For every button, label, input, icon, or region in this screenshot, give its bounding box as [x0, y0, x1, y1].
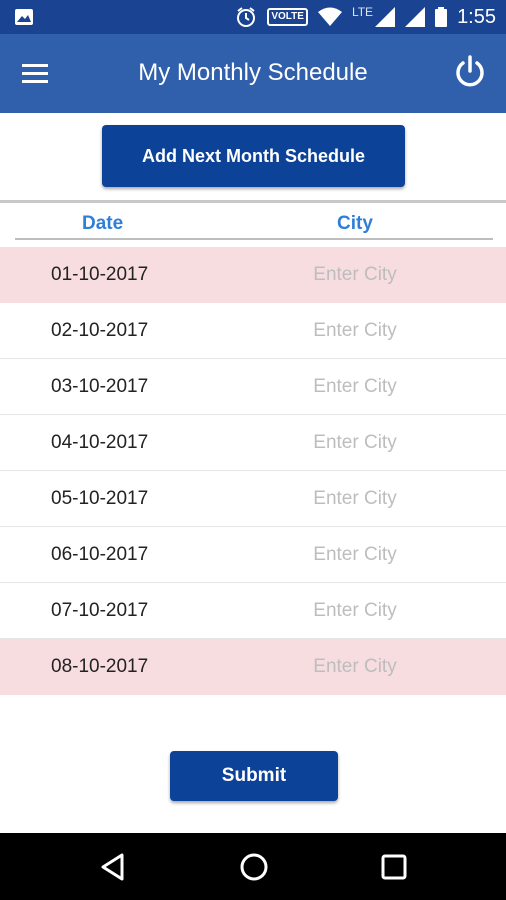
table-row: 04-10-2017: [0, 415, 506, 471]
network-type-label: LTE: [351, 5, 374, 19]
row-date: 02-10-2017: [51, 320, 149, 341]
status-time: 1:55: [457, 5, 496, 28]
city-input[interactable]: [250, 536, 460, 574]
row-date: 07-10-2017: [51, 600, 149, 621]
status-bar: VOLTE LTE 1:55: [0, 0, 506, 34]
power-icon[interactable]: [452, 54, 488, 90]
back-icon[interactable]: [98, 851, 130, 883]
battery-icon: [435, 7, 448, 27]
table-row: 02-10-2017: [0, 303, 506, 359]
image-icon: [15, 9, 33, 25]
add-next-month-schedule-button[interactable]: Add Next Month Schedule: [102, 125, 405, 187]
city-input[interactable]: [250, 312, 460, 350]
city-input[interactable]: [250, 368, 460, 406]
app-bar: My Monthly Schedule: [0, 34, 506, 113]
row-date: 03-10-2017: [51, 376, 149, 397]
page-title: My Monthly Schedule: [138, 59, 368, 86]
city-column-header: City: [337, 213, 373, 234]
signal-icon: [405, 7, 426, 27]
city-input[interactable]: [250, 424, 460, 462]
date-column-header: Date: [82, 213, 124, 234]
signal-icon: [375, 7, 396, 27]
city-input[interactable]: [250, 480, 460, 518]
table-header: Date City: [0, 203, 506, 248]
navigation-bar: [0, 833, 506, 900]
action-area: Add Next Month Schedule: [0, 113, 506, 201]
table-row: 06-10-2017: [0, 527, 506, 583]
row-date: 06-10-2017: [51, 544, 149, 565]
home-icon[interactable]: [238, 851, 270, 883]
alarm-icon: [237, 7, 256, 27]
schedule-list: 01-10-2017 02-10-2017 03-10-2017 04-10-2017…: [0, 247, 506, 695]
city-input[interactable]: [250, 648, 460, 686]
table-row: 03-10-2017: [0, 359, 506, 415]
row-date: 01-10-2017: [51, 264, 149, 285]
city-input[interactable]: [250, 256, 460, 294]
wifi-icon: [317, 7, 342, 26]
row-date: 04-10-2017: [51, 432, 149, 453]
submit-button[interactable]: Submit: [170, 751, 338, 801]
recents-icon[interactable]: [378, 851, 410, 883]
table-row: 01-10-2017: [0, 247, 506, 303]
volte-icon: VOLTE: [267, 8, 308, 26]
row-date: 05-10-2017: [51, 488, 149, 509]
table-row: 08-10-2017: [0, 639, 506, 695]
table-row: 05-10-2017: [0, 471, 506, 527]
header-divider: [15, 238, 493, 240]
row-date: 08-10-2017: [51, 656, 149, 677]
table-row: 07-10-2017: [0, 583, 506, 639]
city-input[interactable]: [250, 592, 460, 630]
